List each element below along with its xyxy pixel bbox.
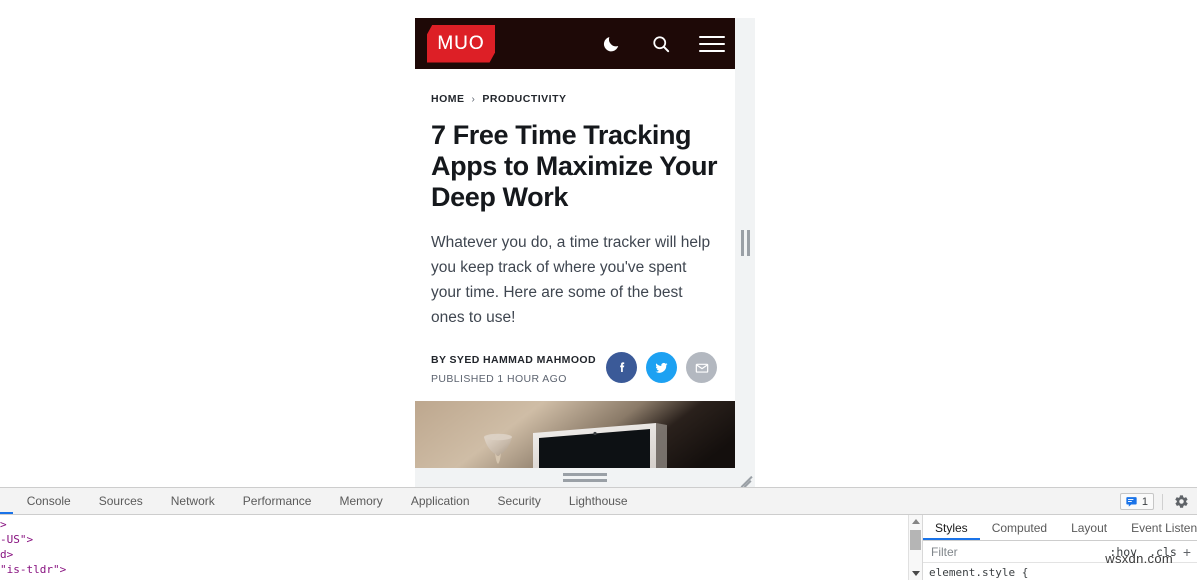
hov-toggle[interactable]: :hov — [1103, 545, 1143, 559]
styles-filter-bar: :hov .cls + — [923, 541, 1197, 563]
message-icon — [1126, 497, 1137, 507]
hamburger-bar — [699, 49, 725, 52]
tab-security[interactable]: Security — [484, 488, 555, 514]
site-logo[interactable]: MUO — [427, 24, 495, 63]
new-style-rule-button[interactable]: + — [1183, 544, 1197, 560]
scroll-up-arrow-icon[interactable] — [909, 515, 922, 528]
styles-filter-input[interactable] — [923, 541, 1104, 562]
resize-grip-icon — [563, 473, 607, 482]
article-hero-image — [415, 401, 735, 468]
site-header: MUO — [415, 18, 735, 69]
byline: BY SYED HAMMAD MAHMOOD PUBLISHED 1 HOUR … — [431, 352, 596, 385]
tab-application[interactable]: Application — [397, 488, 484, 514]
dom-tree-panel[interactable]: > -US"> d> "is-tldr"> — [0, 515, 908, 580]
moon-icon[interactable] — [599, 32, 623, 56]
hamburger-bar — [699, 42, 725, 45]
article-container: HOME › PRODUCTIVITY 7 Free Time Tracking… — [415, 69, 735, 468]
scrollbar-thumb[interactable] — [910, 530, 921, 550]
devtools-toolbar-right: 1 — [1119, 488, 1191, 515]
site-logo-text: MUO — [437, 32, 485, 54]
header-actions — [599, 18, 725, 69]
tab-performance[interactable]: Performance — [229, 488, 326, 514]
tab-memory[interactable]: Memory — [325, 488, 396, 514]
message-count: 1 — [1141, 495, 1148, 508]
dom-line: d> — [0, 548, 14, 561]
tab-lighthouse[interactable]: Lighthouse — [555, 488, 642, 514]
screenshot-root: MUO HOME › PRODUCTIVITY 7 Free Time Trac… — [0, 0, 1197, 580]
tab-computed[interactable]: Computed — [980, 515, 1059, 540]
breadcrumb: HOME › PRODUCTIVITY — [431, 93, 719, 105]
tab-styles[interactable]: Styles — [923, 515, 980, 540]
page-title: 7 Free Time Tracking Apps to Maximize Yo… — [431, 120, 718, 212]
viewport-height-resize-handle[interactable] — [415, 468, 755, 487]
byline-author: BY SYED HAMMAD MAHMOOD — [431, 354, 596, 366]
tab-console[interactable]: Console — [13, 488, 85, 514]
dom-line: "is-tldr"> — [0, 563, 67, 576]
toolbar-divider — [1162, 493, 1163, 510]
search-icon[interactable] — [649, 32, 673, 56]
facebook-share-button[interactable] — [606, 352, 637, 383]
dom-line: > — [0, 518, 7, 531]
viewport-corner-resize-handle[interactable] — [738, 468, 755, 487]
devtools-panel: ents Console Sources Network Performance… — [0, 487, 1197, 580]
hamburger-icon[interactable] — [699, 32, 725, 56]
breadcrumb-home[interactable]: HOME — [431, 93, 465, 105]
message-count-badge[interactable]: 1 — [1119, 493, 1154, 510]
share-buttons — [606, 352, 719, 383]
element-style-rule[interactable]: element.style { — [923, 563, 1197, 580]
tab-network[interactable]: Network — [157, 488, 229, 514]
gear-icon[interactable] — [1171, 492, 1191, 512]
dom-line: -US"> — [0, 533, 34, 546]
resize-grip-icon — [740, 230, 750, 256]
byline-published: PUBLISHED 1 HOUR AGO — [431, 373, 567, 385]
cls-toggle[interactable]: .cls — [1143, 545, 1183, 559]
devtools-body: > -US"> d> "is-tldr"> Styles Computed La… — [0, 515, 1197, 580]
styles-sidebar: Styles Computed Layout Event Listeners :… — [922, 515, 1197, 580]
hamburger-bar — [699, 35, 725, 38]
tab-sources[interactable]: Sources — [85, 488, 157, 514]
styles-tabbar: Styles Computed Layout Event Listeners — [923, 515, 1197, 541]
chevron-right-icon: › — [471, 93, 476, 105]
tab-layout[interactable]: Layout — [1059, 515, 1119, 540]
scroll-down-arrow-icon[interactable] — [909, 567, 922, 580]
tab-event-listeners[interactable]: Event Listeners — [1119, 515, 1197, 540]
twitter-share-button[interactable] — [646, 352, 677, 383]
viewport-width-resize-handle[interactable] — [735, 18, 755, 468]
dom-tree-scrollbar[interactable] — [908, 515, 922, 580]
email-share-button[interactable] — [686, 352, 717, 383]
article-excerpt: Whatever you do, a time tracker will hel… — [431, 234, 711, 326]
devtools-tabbar: ents Console Sources Network Performance… — [0, 488, 1197, 515]
breadcrumb-category[interactable]: PRODUCTIVITY — [482, 93, 566, 105]
byline-row: BY SYED HAMMAD MAHMOOD PUBLISHED 1 HOUR … — [431, 352, 719, 401]
emulated-device-viewport: MUO HOME › PRODUCTIVITY 7 Free Time Trac… — [415, 18, 735, 468]
device-emulation-stage: MUO HOME › PRODUCTIVITY 7 Free Time Trac… — [0, 0, 1197, 487]
tab-elements[interactable]: ents — [0, 488, 13, 514]
